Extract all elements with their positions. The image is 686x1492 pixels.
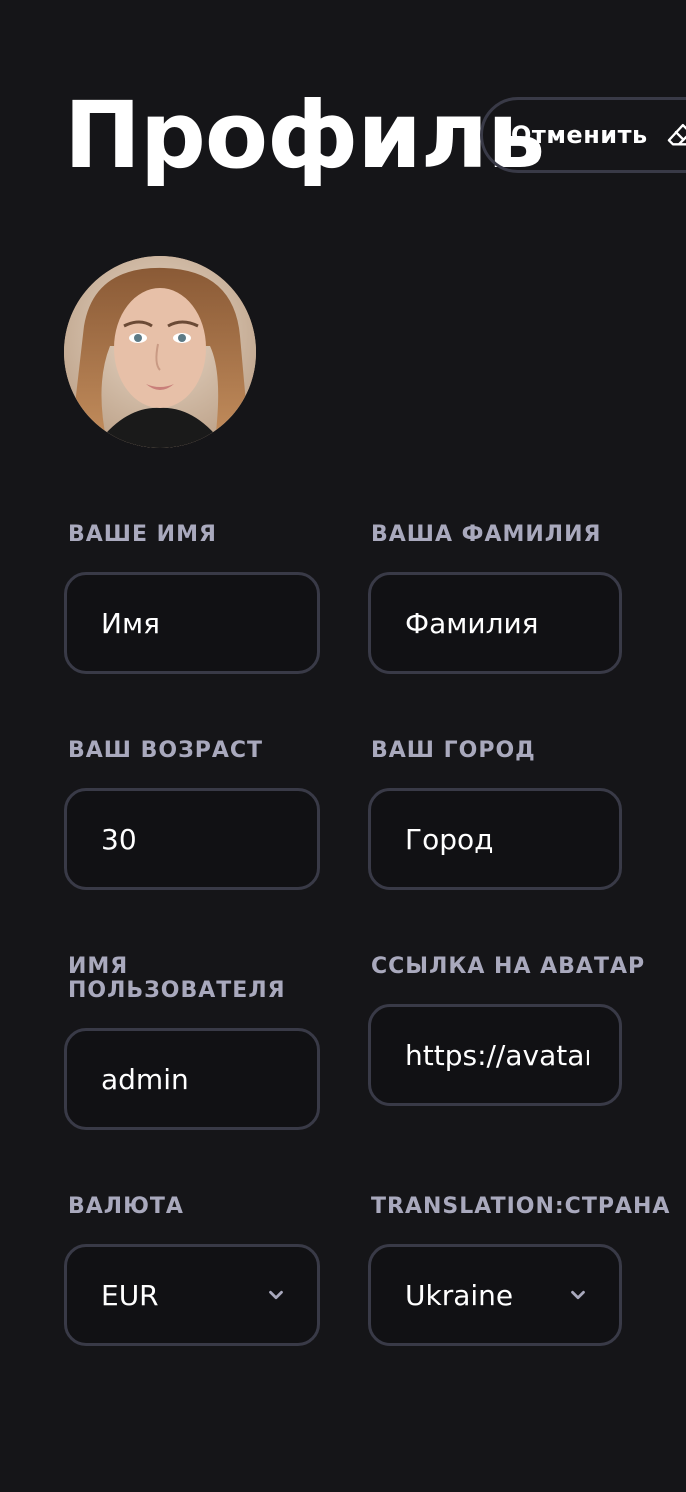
last-name-field[interactable]: Фамилия bbox=[368, 572, 622, 674]
currency-label: ВАЛЮТА bbox=[68, 1194, 184, 1219]
age-label: ВАШ ВОЗРАСТ bbox=[68, 738, 264, 763]
avatar[interactable] bbox=[64, 256, 256, 448]
avatar-link-field[interactable]: https://avatars.githubusercontent.com bbox=[368, 1004, 622, 1106]
country-select[interactable]: Ukraine bbox=[368, 1244, 622, 1346]
city-label: ВАШ ГОРОД bbox=[371, 738, 536, 763]
last-name-label: ВАША ФАМИЛИЯ bbox=[371, 522, 602, 547]
username-value: admin bbox=[101, 1062, 189, 1096]
cancel-button[interactable]: Отменить bbox=[480, 97, 686, 173]
username-field[interactable]: admin bbox=[64, 1028, 320, 1130]
avatar-link-label: ССЫЛКА НА АВАТАР bbox=[371, 954, 646, 979]
age-field[interactable]: 30 bbox=[64, 788, 320, 890]
country-label: TRANSLATION:СТРАНА bbox=[371, 1194, 671, 1219]
chevron-down-icon bbox=[567, 1284, 589, 1306]
city-value: Город bbox=[405, 822, 494, 856]
age-value: 30 bbox=[101, 822, 137, 856]
currency-value: EUR bbox=[101, 1278, 159, 1312]
page-title: Профиль bbox=[64, 82, 545, 189]
city-field[interactable]: Город bbox=[368, 788, 622, 890]
avatar-image bbox=[64, 256, 256, 448]
country-value: Ukraine bbox=[405, 1278, 514, 1312]
chevron-down-icon bbox=[265, 1284, 287, 1306]
first-name-label: ВАШЕ ИМЯ bbox=[68, 522, 217, 547]
cancel-button-label: Отменить bbox=[511, 121, 648, 149]
first-name-field[interactable]: Имя bbox=[64, 572, 320, 674]
last-name-value: Фамилия bbox=[405, 606, 539, 640]
currency-select[interactable]: EUR bbox=[64, 1244, 320, 1346]
profile-page: Профиль Отменить ВАШЕ ИМЯ Имя ВАША ФАМИЛ… bbox=[0, 0, 686, 1492]
avatar-link-value: https://avatars.githubusercontent.com bbox=[405, 1038, 589, 1072]
eraser-icon bbox=[666, 121, 686, 149]
username-label: ИМЯ ПОЛЬЗОВАТЕЛЯ bbox=[68, 954, 286, 1003]
first-name-value: Имя bbox=[101, 606, 160, 640]
